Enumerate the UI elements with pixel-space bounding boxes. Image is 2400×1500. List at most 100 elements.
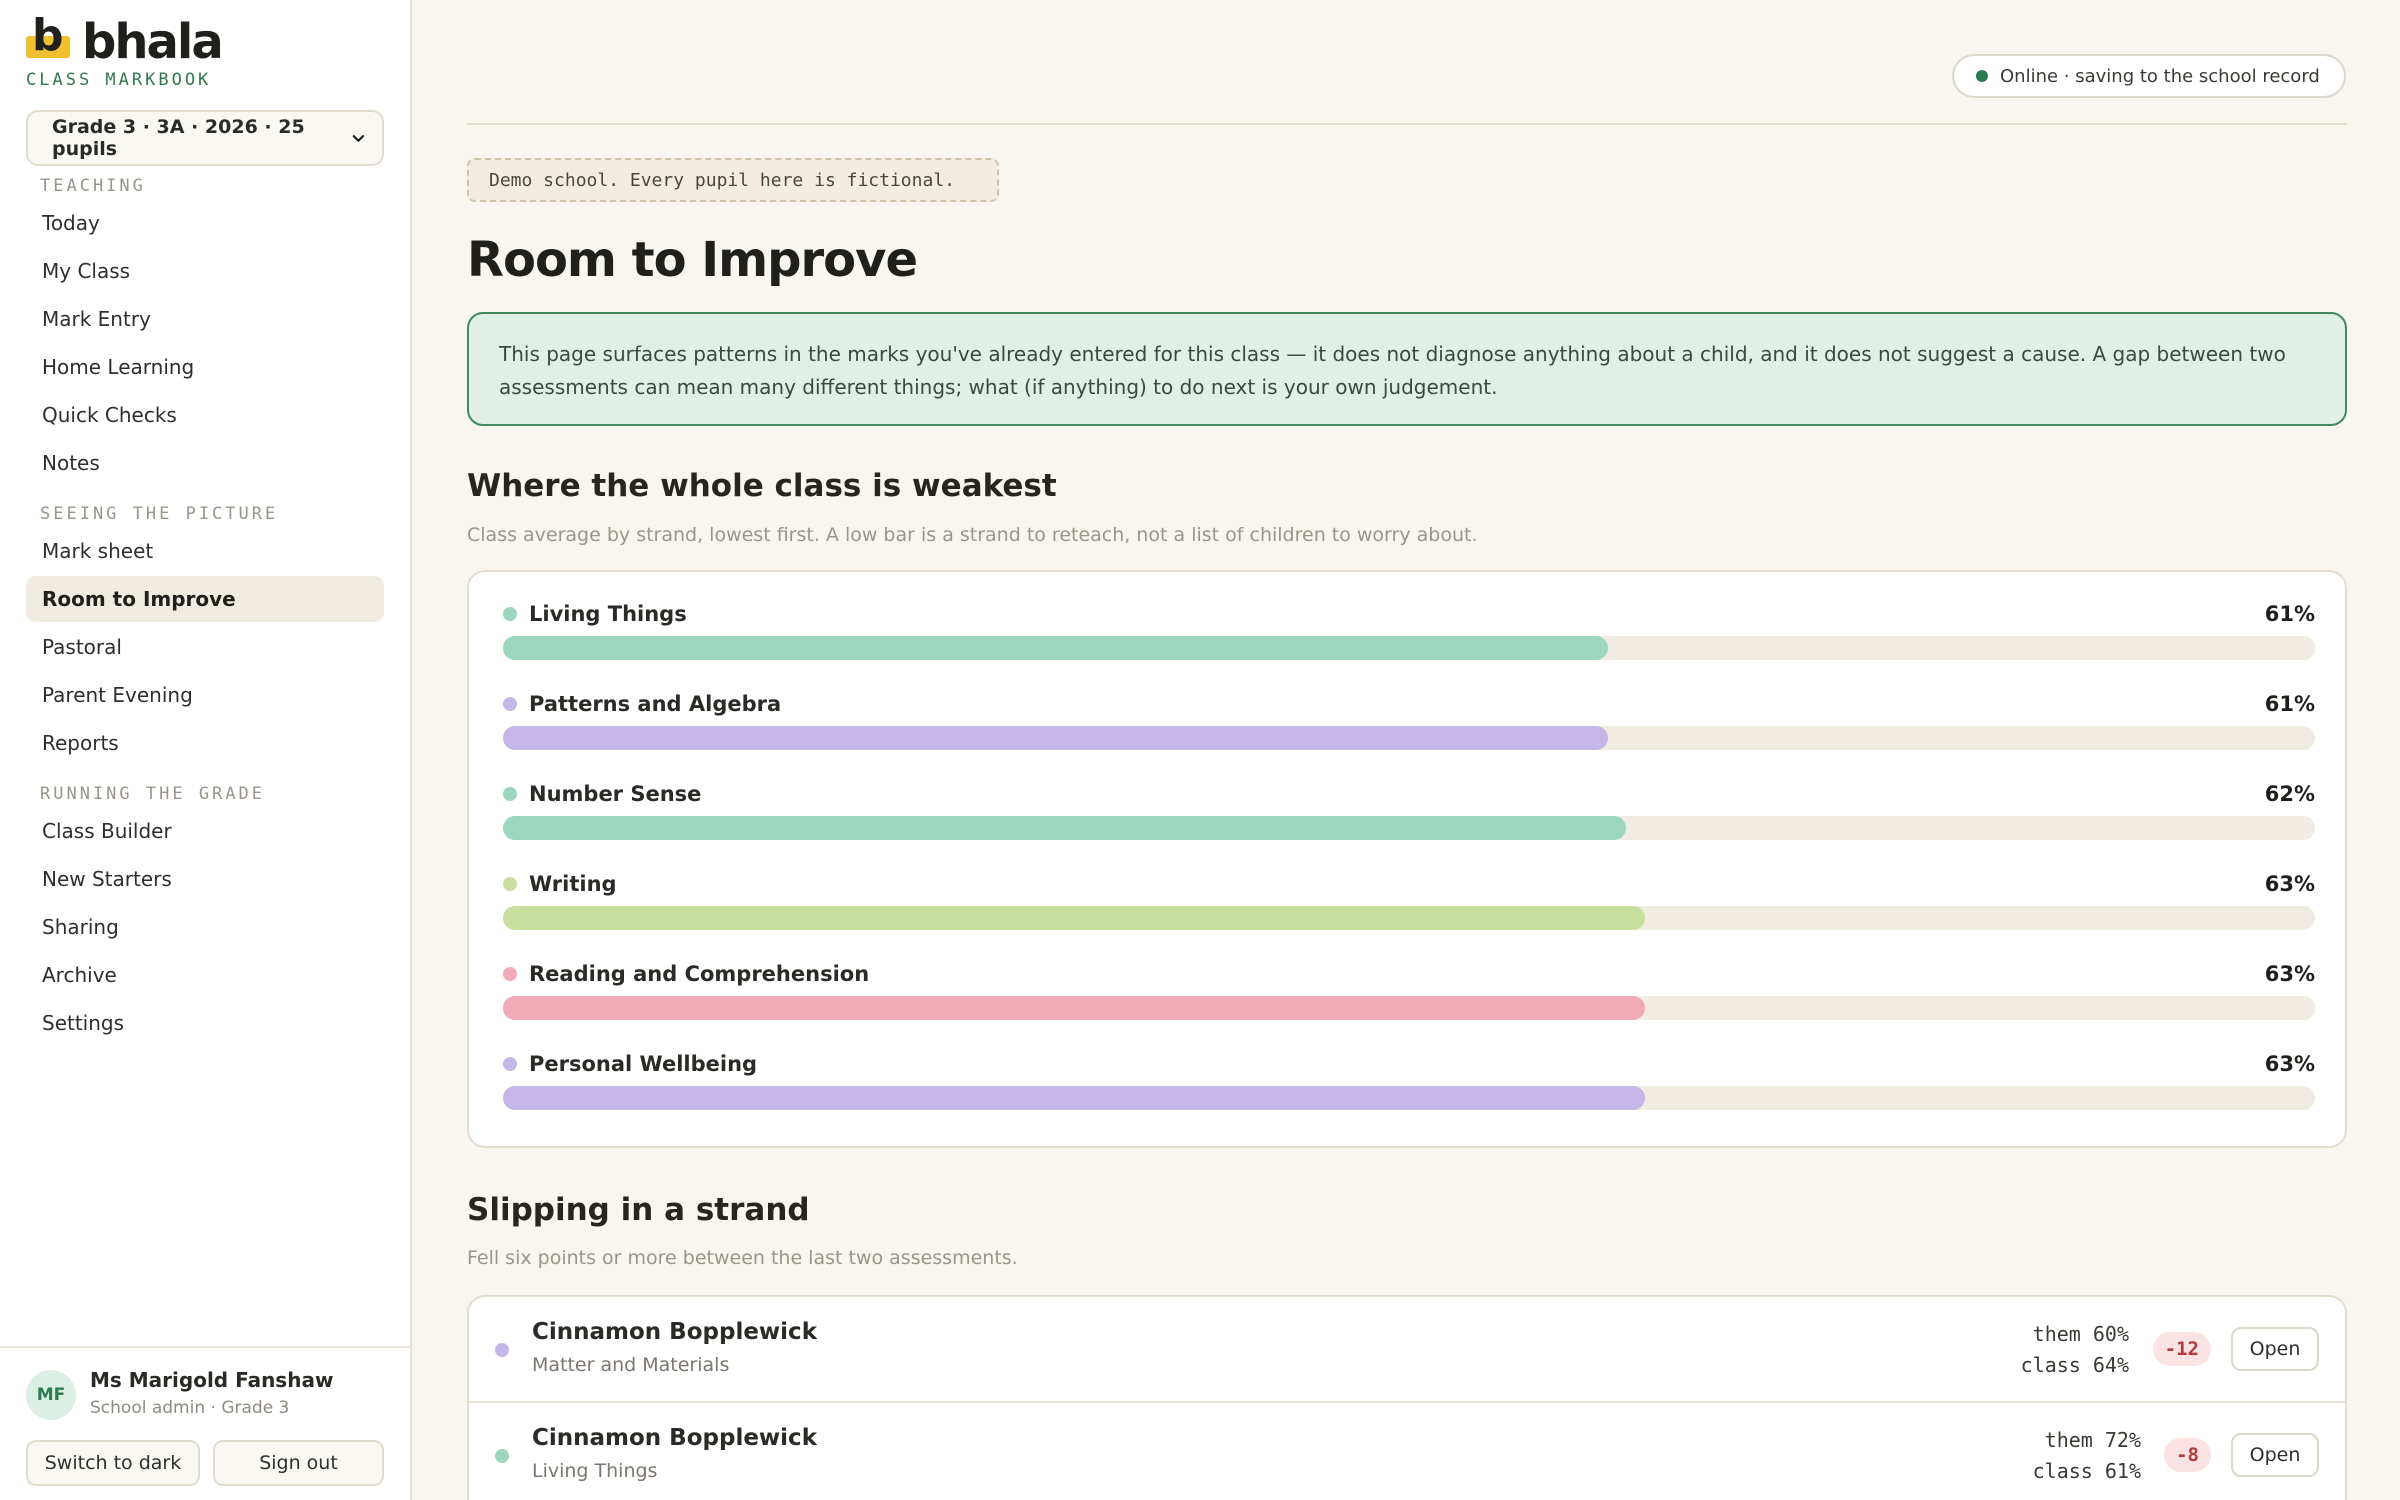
brand-subtitle: CLASS MARKBOOK — [26, 70, 212, 90]
pupil-name: Cinnamon Bopplewick — [532, 1425, 817, 1451]
strand-name: Patterns and Algebra — [529, 692, 782, 716]
score-comparison: them 72% class 61% — [2033, 1425, 2141, 1487]
sidebar-item-settings[interactable]: Settings — [26, 1000, 384, 1046]
list-item: Cinnamon Bopplewick Living Things them 7… — [469, 1401, 2345, 1500]
slipping-list-card: Cinnamon Bopplewick Matter and Materials… — [467, 1295, 2347, 1500]
class-score: class 61% — [2032, 1459, 2141, 1483]
sidebar-item-today[interactable]: Today — [26, 200, 384, 246]
open-button[interactable]: Open — [2231, 1433, 2319, 1477]
slipping-section-title: Slipping in a strand — [467, 1192, 810, 1228]
connection-status-badge: Online · saving to the school record — [1952, 54, 2346, 98]
list-item: Cinnamon Bopplewick Matter and Materials… — [469, 1297, 2345, 1401]
strand-percent: 63% — [2264, 872, 2315, 896]
weakest-section-title: Where the whole class is weakest — [467, 468, 1057, 504]
strand-row: Number Sense 62% — [503, 772, 2315, 862]
switch-theme-button[interactable]: Switch to dark — [26, 1440, 200, 1486]
sidebar-item-quick-checks[interactable]: Quick Checks — [26, 392, 384, 438]
strand-color-dot — [495, 1343, 509, 1357]
status-dot-icon — [1976, 70, 1988, 82]
strand-color-dot — [503, 697, 517, 711]
sidebar-item-new-starters[interactable]: New Starters — [26, 856, 384, 902]
strand-name: Living Things — [529, 602, 687, 626]
brand-logo[interactable]: b bhala CLASS MARKBOOK — [26, 14, 224, 90]
strand-percent: 63% — [2264, 962, 2315, 986]
sidebar-item-sharing[interactable]: Sharing — [26, 904, 384, 950]
strand-color-dot — [503, 607, 517, 621]
strand-percent: 62% — [2264, 782, 2315, 806]
sidebar-item-pastoral[interactable]: Pastoral — [26, 624, 384, 670]
delta-badge: -12 — [2152, 1332, 2211, 1366]
sidebar-item-parent-evening[interactable]: Parent Evening — [26, 672, 384, 718]
strand-name: Personal Wellbeing — [529, 1052, 758, 1076]
sidebar-item-home-learning[interactable]: Home Learning — [26, 344, 384, 390]
sidebar-item-mark-entry[interactable]: Mark Entry — [26, 296, 384, 342]
delta-badge: -8 — [2164, 1438, 2211, 1472]
strand-name: Writing — [529, 872, 617, 896]
page-title: Room to Improve — [467, 232, 918, 288]
strand-name: Matter and Materials — [532, 1354, 730, 1376]
sidebar-item-class-builder[interactable]: Class Builder — [26, 808, 384, 854]
sidebar-nav: TEACHING Today My Class Mark Entry Home … — [26, 174, 384, 1046]
weakest-section-subtitle: Class average by strand, lowest first. A… — [467, 524, 1478, 546]
open-button[interactable]: Open — [2231, 1327, 2319, 1371]
strand-bar-track — [503, 1086, 2315, 1110]
strand-name: Living Things — [532, 1460, 658, 1482]
sidebar-item-room-to-improve[interactable]: Room to Improve — [26, 576, 384, 622]
strand-row: Personal Wellbeing 63% — [503, 1042, 2315, 1132]
strand-percent: 63% — [2264, 1052, 2315, 1076]
strand-row: Living Things 61% — [503, 592, 2315, 682]
strand-row: Reading and Comprehension 63% — [503, 952, 2315, 1042]
strand-bar-track — [503, 816, 2315, 840]
nav-group-teaching: TEACHING — [40, 176, 146, 196]
strand-bar-track — [503, 726, 2315, 750]
class-selector-value: Grade 3 · 3A · 2026 · 25 pupils — [52, 116, 305, 160]
strand-name: Number Sense — [529, 782, 702, 806]
pupil-score: them 72% — [2044, 1428, 2141, 1452]
sidebar: b bhala CLASS MARKBOOK Grade 3 · 3A · 20… — [0, 0, 412, 1500]
brand-name: bhala — [82, 14, 224, 70]
strand-bar-fill — [503, 816, 1627, 840]
sidebar-item-mark-sheet[interactable]: Mark sheet — [26, 528, 384, 574]
strand-averages-card: Living Things 61% Patterns and Algebra 6… — [467, 570, 2347, 1148]
sidebar-item-my-class[interactable]: My Class — [26, 248, 384, 294]
header-divider — [467, 123, 2347, 125]
strand-row: Patterns and Algebra 61% — [503, 682, 2315, 772]
strand-name: Reading and Comprehension — [529, 962, 870, 986]
avatar: MF — [26, 1370, 76, 1420]
nav-group-running-the-grade: RUNNING THE GRADE — [40, 784, 265, 804]
strand-bar-fill — [503, 906, 1645, 930]
strand-bar-fill — [503, 726, 1609, 750]
info-callout: This page surfaces patterns in the marks… — [467, 312, 2347, 426]
sidebar-item-notes[interactable]: Notes — [26, 440, 384, 486]
sidebar-item-reports[interactable]: Reports — [26, 720, 384, 766]
strand-bar-fill — [503, 1086, 1645, 1110]
strand-percent: 61% — [2264, 602, 2315, 626]
pupil-name: Cinnamon Bopplewick — [532, 1319, 817, 1345]
brand-mark-icon: b — [26, 14, 74, 64]
strand-bar-track — [503, 636, 2315, 660]
strand-color-dot — [503, 1057, 517, 1071]
strand-bar-track — [503, 906, 2315, 930]
class-selector[interactable]: Grade 3 · 3A · 2026 · 25 pupils — [26, 110, 384, 166]
sign-out-button[interactable]: Sign out — [213, 1440, 384, 1486]
strand-color-dot — [503, 967, 517, 981]
slipping-section-subtitle: Fell six points or more between the last… — [467, 1247, 1018, 1269]
user-role: School admin · Grade 3 — [90, 1398, 290, 1418]
strand-bar-track — [503, 996, 2315, 1020]
strand-row: Writing 63% — [503, 862, 2315, 952]
demo-school-notice: Demo school. Every pupil here is fiction… — [467, 158, 999, 202]
strand-percent: 61% — [2264, 692, 2315, 716]
status-text: Online · saving to the school record — [2000, 65, 2320, 87]
user-panel: MF Ms Marigold Fanshaw School admin · Gr… — [0, 1346, 410, 1500]
class-score: class 64% — [2020, 1353, 2129, 1377]
sidebar-item-archive[interactable]: Archive — [26, 952, 384, 998]
strand-color-dot — [503, 877, 517, 891]
strand-bar-fill — [503, 636, 1609, 660]
strand-color-dot — [503, 787, 517, 801]
user-name: Ms Marigold Fanshaw — [90, 1368, 334, 1392]
strand-color-dot — [495, 1449, 509, 1463]
score-comparison: them 60% class 64% — [2021, 1319, 2129, 1381]
strand-bar-fill — [503, 996, 1645, 1020]
chevron-down-icon — [352, 135, 365, 142]
pupil-score: them 60% — [2032, 1322, 2129, 1346]
